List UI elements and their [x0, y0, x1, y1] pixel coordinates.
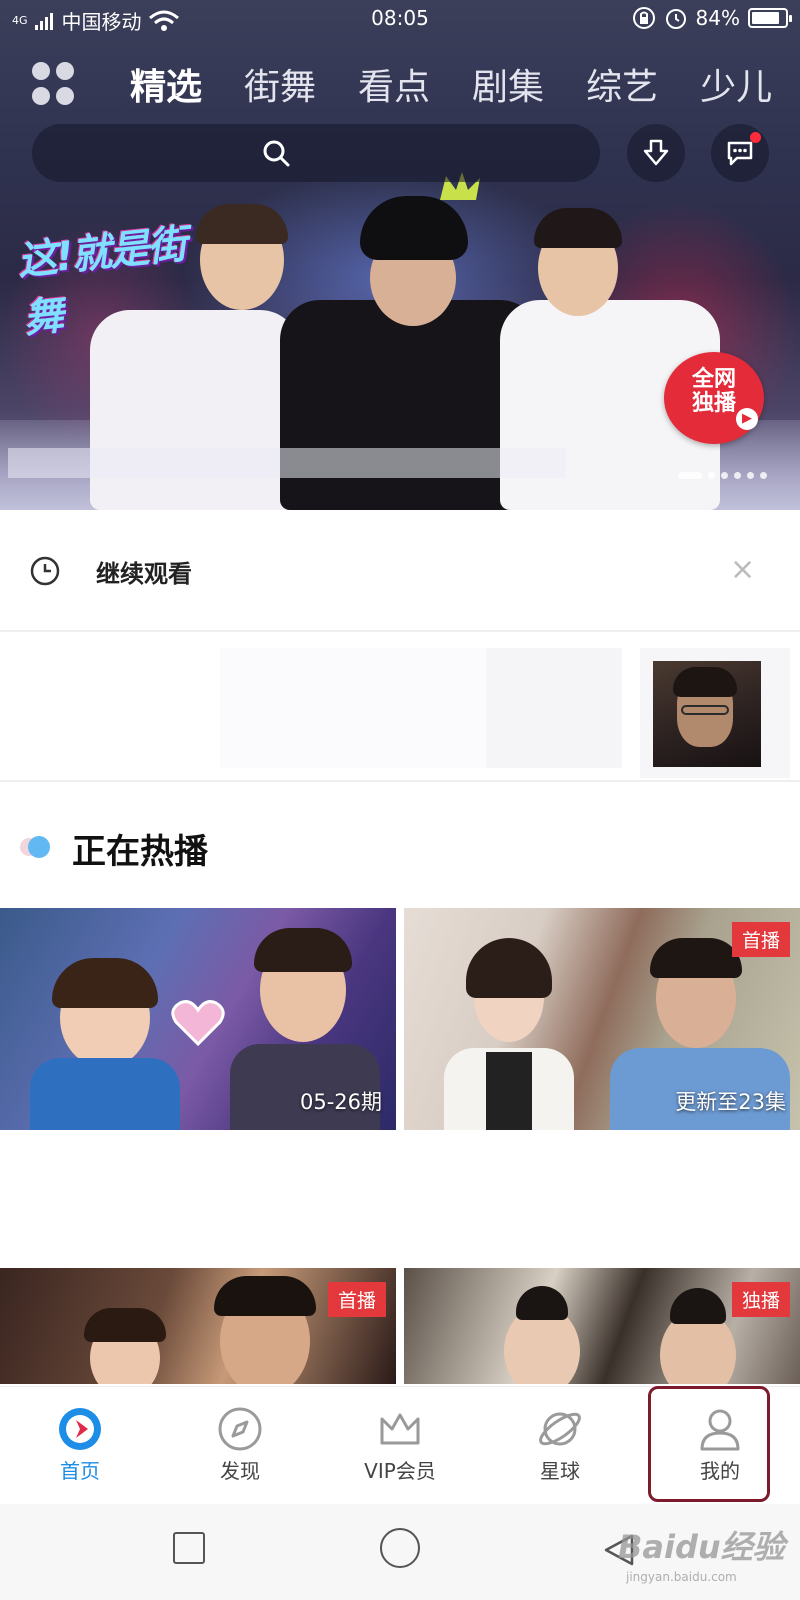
figure-woman [30, 958, 180, 1130]
exclusive-badge: 独播 [731, 1282, 790, 1317]
continue-watching-bar[interactable]: 继续观看 × [0, 510, 800, 632]
search-icon [263, 140, 290, 167]
play-arrow-icon: ▶ [736, 408, 758, 430]
battery-fill [752, 12, 779, 24]
banner-caption-blurred [8, 448, 566, 478]
channel-menu-icon[interactable] [32, 62, 76, 106]
youku-home-icon [59, 1408, 101, 1450]
rotation-lock-icon [632, 7, 655, 29]
tab-street-dance[interactable]: 街舞 [244, 58, 316, 110]
battery-icon [748, 8, 792, 28]
status-bar: 4G 中国移动 08:05 84% [0, 0, 800, 38]
exclusive-badge[interactable]: 全网 独播 ▶ [664, 352, 764, 444]
tab-highlights[interactable]: 看点 [358, 58, 430, 110]
history-clock-icon [30, 556, 60, 586]
carousel-dot [747, 471, 754, 479]
nav-home[interactable]: 首页 [0, 1387, 160, 1505]
planet-icon [539, 1412, 581, 1446]
compass-icon [218, 1407, 262, 1451]
figure-woman [434, 938, 584, 1130]
unread-dot [750, 132, 761, 143]
status-right: 84% [632, 6, 792, 30]
nav-label: 首页 [60, 1459, 100, 1483]
video-card[interactable]: 首播 更新至23集 [404, 908, 800, 1130]
download-icon [643, 139, 669, 166]
watermark-url: jingyan.baidu.com [626, 1570, 737, 1584]
nav-label: VIP会员 [364, 1459, 436, 1483]
home-button[interactable] [380, 1528, 420, 1568]
figure-man [484, 1286, 604, 1384]
annotation-highlight-box [648, 1386, 770, 1502]
system-navigation-bar: Baidu经验 jingyan.baidu.com [0, 1504, 800, 1600]
screen: 这!就是街舞 全网 独播 ▶ 4G 中国移动 08:05 84% 精选 街舞 看… [0, 0, 800, 1600]
nav-planet[interactable]: 星球 [480, 1387, 640, 1505]
episode-label: 更新至23集 [675, 1090, 786, 1114]
video-card[interactable]: 05-26期 [0, 908, 396, 1130]
nav-vip[interactable]: VIP会员 [320, 1387, 480, 1505]
tab-variety[interactable]: 综艺 [586, 58, 658, 110]
blank-placeholder [486, 648, 622, 768]
nav-label: 发现 [220, 1459, 260, 1483]
watermark: Baidu经验 jingyan.baidu.com [618, 1522, 788, 1592]
history-strip [0, 634, 800, 782]
carousel-dot [734, 471, 741, 479]
section-title: 正在热播 [72, 832, 208, 872]
section-header: 正在热播 [0, 818, 800, 874]
premiere-badge: 首播 [327, 1282, 386, 1317]
tab-kids[interactable]: 少儿 [700, 58, 772, 110]
carousel-indicator [678, 470, 778, 480]
tab-featured[interactable]: 精选 [130, 58, 202, 110]
nav-label: 星球 [540, 1459, 580, 1483]
crown-icon [380, 1413, 420, 1445]
recent-apps-button[interactable] [173, 1532, 205, 1564]
continue-watching-title: 继续观看 [96, 560, 192, 588]
battery-percent: 84% [695, 6, 740, 30]
video-card[interactable]: 独播 [404, 1268, 800, 1384]
carousel-dot [721, 471, 728, 479]
carousel-dot [708, 471, 715, 479]
close-button[interactable]: × [730, 552, 755, 587]
message-icon [727, 141, 753, 166]
carousel-dot [678, 471, 702, 479]
heart-icon [170, 998, 226, 1052]
channel-nav: 精选 街舞 看点 剧集 综艺 少儿 [0, 52, 800, 116]
carousel-dot [760, 471, 767, 479]
figure-woman [80, 1308, 180, 1384]
episode-label: 05-26期 [299, 1090, 382, 1114]
search-bar[interactable] [32, 124, 600, 182]
download-button[interactable] [627, 124, 685, 182]
nav-discover[interactable]: 发现 [160, 1387, 320, 1505]
history-thumbnail[interactable] [653, 661, 761, 767]
messages-button[interactable] [711, 124, 769, 182]
badge-line-1: 全网 [691, 367, 736, 392]
tab-series[interactable]: 剧集 [472, 58, 544, 110]
premiere-badge: 首播 [731, 922, 790, 957]
section-dot-icon [28, 836, 50, 858]
alarm-icon [665, 9, 686, 29]
video-card[interactable]: 首播 [0, 1268, 396, 1384]
channel-tabs: 精选 街舞 看点 剧集 综艺 少儿 [130, 58, 772, 110]
watermark-text: Baidu经验 [618, 1528, 785, 1566]
